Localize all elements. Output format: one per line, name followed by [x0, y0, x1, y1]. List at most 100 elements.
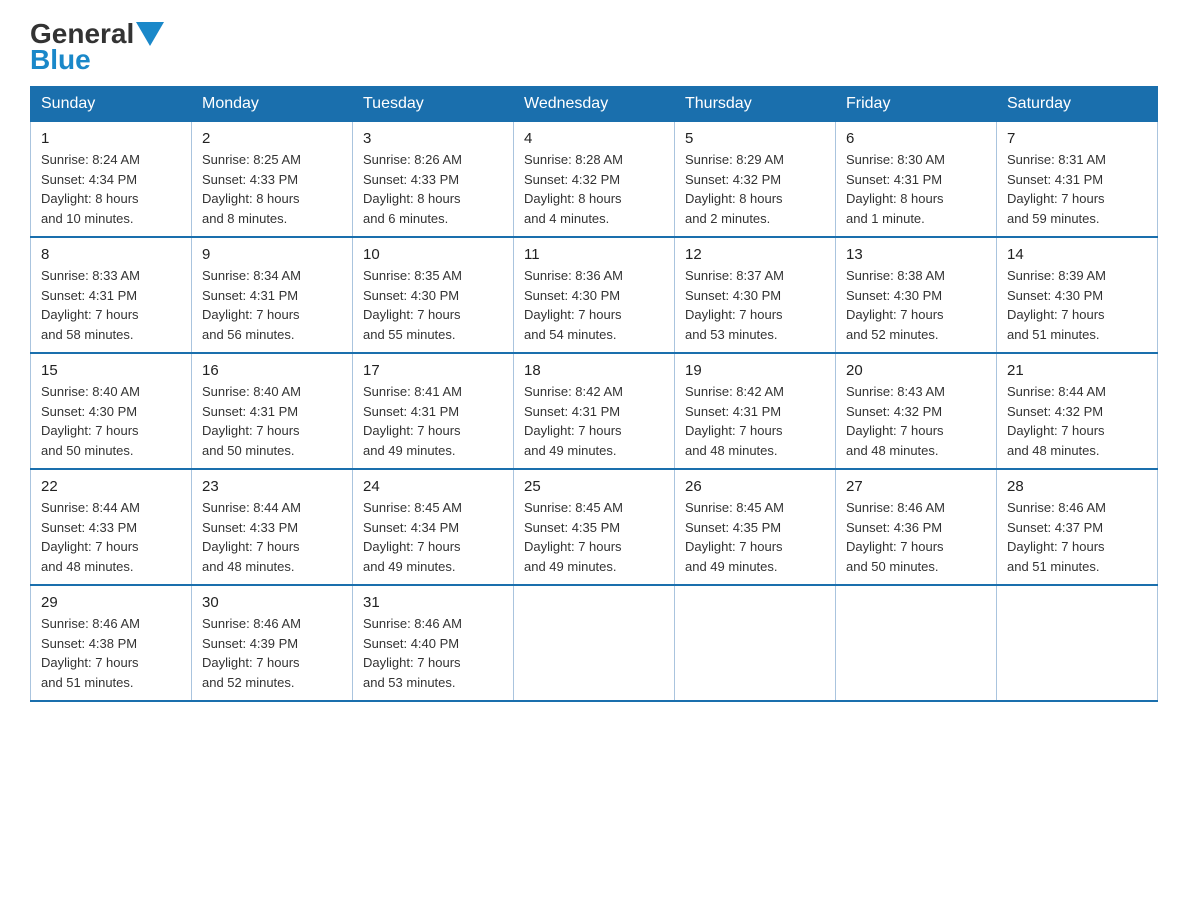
- day-number: 25: [524, 478, 664, 495]
- day-info: Sunrise: 8:30 AMSunset: 4:31 PMDaylight:…: [846, 152, 945, 226]
- day-number: 4: [524, 130, 664, 147]
- day-info: Sunrise: 8:42 AMSunset: 4:31 PMDaylight:…: [685, 384, 784, 458]
- page-header: General Blue: [30, 20, 1158, 76]
- day-info: Sunrise: 8:34 AMSunset: 4:31 PMDaylight:…: [202, 268, 301, 342]
- day-number: 30: [202, 594, 342, 611]
- calendar-cell: 11 Sunrise: 8:36 AMSunset: 4:30 PMDaylig…: [514, 237, 675, 353]
- logo-blue: Blue: [30, 44, 91, 76]
- calendar-header-row: SundayMondayTuesdayWednesdayThursdayFrid…: [31, 87, 1158, 122]
- calendar-cell: 18 Sunrise: 8:42 AMSunset: 4:31 PMDaylig…: [514, 353, 675, 469]
- day-number: 17: [363, 362, 503, 379]
- day-info: Sunrise: 8:46 AMSunset: 4:40 PMDaylight:…: [363, 616, 462, 690]
- day-number: 9: [202, 246, 342, 263]
- header-friday: Friday: [836, 87, 997, 122]
- day-number: 3: [363, 130, 503, 147]
- header-sunday: Sunday: [31, 87, 192, 122]
- day-info: Sunrise: 8:45 AMSunset: 4:35 PMDaylight:…: [685, 500, 784, 574]
- day-info: Sunrise: 8:26 AMSunset: 4:33 PMDaylight:…: [363, 152, 462, 226]
- calendar-cell: 21 Sunrise: 8:44 AMSunset: 4:32 PMDaylig…: [997, 353, 1158, 469]
- calendar-cell: 30 Sunrise: 8:46 AMSunset: 4:39 PMDaylig…: [192, 585, 353, 701]
- logo-triangle-icon: [136, 22, 164, 46]
- day-number: 12: [685, 246, 825, 263]
- day-number: 10: [363, 246, 503, 263]
- day-info: Sunrise: 8:24 AMSunset: 4:34 PMDaylight:…: [41, 152, 140, 226]
- day-info: Sunrise: 8:29 AMSunset: 4:32 PMDaylight:…: [685, 152, 784, 226]
- day-number: 19: [685, 362, 825, 379]
- day-number: 21: [1007, 362, 1147, 379]
- day-number: 5: [685, 130, 825, 147]
- day-number: 31: [363, 594, 503, 611]
- calendar-cell: 3 Sunrise: 8:26 AMSunset: 4:33 PMDayligh…: [353, 122, 514, 238]
- calendar-cell: [836, 585, 997, 701]
- day-number: 27: [846, 478, 986, 495]
- calendar-cell: 8 Sunrise: 8:33 AMSunset: 4:31 PMDayligh…: [31, 237, 192, 353]
- calendar-cell: 12 Sunrise: 8:37 AMSunset: 4:30 PMDaylig…: [675, 237, 836, 353]
- day-number: 14: [1007, 246, 1147, 263]
- day-info: Sunrise: 8:42 AMSunset: 4:31 PMDaylight:…: [524, 384, 623, 458]
- calendar-cell: 27 Sunrise: 8:46 AMSunset: 4:36 PMDaylig…: [836, 469, 997, 585]
- day-number: 2: [202, 130, 342, 147]
- calendar-cell: 23 Sunrise: 8:44 AMSunset: 4:33 PMDaylig…: [192, 469, 353, 585]
- calendar-cell: 4 Sunrise: 8:28 AMSunset: 4:32 PMDayligh…: [514, 122, 675, 238]
- day-info: Sunrise: 8:44 AMSunset: 4:33 PMDaylight:…: [202, 500, 301, 574]
- day-number: 26: [685, 478, 825, 495]
- day-number: 24: [363, 478, 503, 495]
- calendar-cell: 13 Sunrise: 8:38 AMSunset: 4:30 PMDaylig…: [836, 237, 997, 353]
- calendar-week-row: 8 Sunrise: 8:33 AMSunset: 4:31 PMDayligh…: [31, 237, 1158, 353]
- day-info: Sunrise: 8:37 AMSunset: 4:30 PMDaylight:…: [685, 268, 784, 342]
- day-number: 7: [1007, 130, 1147, 147]
- calendar-week-row: 15 Sunrise: 8:40 AMSunset: 4:30 PMDaylig…: [31, 353, 1158, 469]
- calendar-cell: 17 Sunrise: 8:41 AMSunset: 4:31 PMDaylig…: [353, 353, 514, 469]
- day-number: 13: [846, 246, 986, 263]
- day-info: Sunrise: 8:46 AMSunset: 4:37 PMDaylight:…: [1007, 500, 1106, 574]
- calendar-cell: 15 Sunrise: 8:40 AMSunset: 4:30 PMDaylig…: [31, 353, 192, 469]
- day-info: Sunrise: 8:43 AMSunset: 4:32 PMDaylight:…: [846, 384, 945, 458]
- day-info: Sunrise: 8:36 AMSunset: 4:30 PMDaylight:…: [524, 268, 623, 342]
- calendar-cell: [675, 585, 836, 701]
- calendar-cell: 19 Sunrise: 8:42 AMSunset: 4:31 PMDaylig…: [675, 353, 836, 469]
- calendar-cell: [514, 585, 675, 701]
- calendar-cell: 5 Sunrise: 8:29 AMSunset: 4:32 PMDayligh…: [675, 122, 836, 238]
- day-number: 28: [1007, 478, 1147, 495]
- calendar-cell: 31 Sunrise: 8:46 AMSunset: 4:40 PMDaylig…: [353, 585, 514, 701]
- calendar-cell: 22 Sunrise: 8:44 AMSunset: 4:33 PMDaylig…: [31, 469, 192, 585]
- calendar-table: SundayMondayTuesdayWednesdayThursdayFrid…: [30, 86, 1158, 702]
- calendar-cell: 2 Sunrise: 8:25 AMSunset: 4:33 PMDayligh…: [192, 122, 353, 238]
- header-monday: Monday: [192, 87, 353, 122]
- day-info: Sunrise: 8:46 AMSunset: 4:36 PMDaylight:…: [846, 500, 945, 574]
- calendar-week-row: 1 Sunrise: 8:24 AMSunset: 4:34 PMDayligh…: [31, 122, 1158, 238]
- day-number: 6: [846, 130, 986, 147]
- day-info: Sunrise: 8:45 AMSunset: 4:34 PMDaylight:…: [363, 500, 462, 574]
- calendar-cell: 20 Sunrise: 8:43 AMSunset: 4:32 PMDaylig…: [836, 353, 997, 469]
- day-info: Sunrise: 8:44 AMSunset: 4:32 PMDaylight:…: [1007, 384, 1106, 458]
- calendar-cell: 25 Sunrise: 8:45 AMSunset: 4:35 PMDaylig…: [514, 469, 675, 585]
- day-info: Sunrise: 8:46 AMSunset: 4:38 PMDaylight:…: [41, 616, 140, 690]
- header-wednesday: Wednesday: [514, 87, 675, 122]
- day-info: Sunrise: 8:39 AMSunset: 4:30 PMDaylight:…: [1007, 268, 1106, 342]
- calendar-week-row: 29 Sunrise: 8:46 AMSunset: 4:38 PMDaylig…: [31, 585, 1158, 701]
- day-info: Sunrise: 8:35 AMSunset: 4:30 PMDaylight:…: [363, 268, 462, 342]
- day-info: Sunrise: 8:45 AMSunset: 4:35 PMDaylight:…: [524, 500, 623, 574]
- day-info: Sunrise: 8:33 AMSunset: 4:31 PMDaylight:…: [41, 268, 140, 342]
- day-info: Sunrise: 8:44 AMSunset: 4:33 PMDaylight:…: [41, 500, 140, 574]
- day-info: Sunrise: 8:28 AMSunset: 4:32 PMDaylight:…: [524, 152, 623, 226]
- logo: General Blue: [30, 20, 164, 76]
- calendar-cell: 28 Sunrise: 8:46 AMSunset: 4:37 PMDaylig…: [997, 469, 1158, 585]
- header-saturday: Saturday: [997, 87, 1158, 122]
- calendar-cell: 26 Sunrise: 8:45 AMSunset: 4:35 PMDaylig…: [675, 469, 836, 585]
- calendar-cell: 10 Sunrise: 8:35 AMSunset: 4:30 PMDaylig…: [353, 237, 514, 353]
- day-number: 29: [41, 594, 181, 611]
- day-number: 11: [524, 246, 664, 263]
- day-info: Sunrise: 8:40 AMSunset: 4:30 PMDaylight:…: [41, 384, 140, 458]
- calendar-cell: 16 Sunrise: 8:40 AMSunset: 4:31 PMDaylig…: [192, 353, 353, 469]
- calendar-cell: 14 Sunrise: 8:39 AMSunset: 4:30 PMDaylig…: [997, 237, 1158, 353]
- calendar-cell: 1 Sunrise: 8:24 AMSunset: 4:34 PMDayligh…: [31, 122, 192, 238]
- calendar-cell: 9 Sunrise: 8:34 AMSunset: 4:31 PMDayligh…: [192, 237, 353, 353]
- calendar-cell: 6 Sunrise: 8:30 AMSunset: 4:31 PMDayligh…: [836, 122, 997, 238]
- day-info: Sunrise: 8:31 AMSunset: 4:31 PMDaylight:…: [1007, 152, 1106, 226]
- day-number: 15: [41, 362, 181, 379]
- day-number: 16: [202, 362, 342, 379]
- day-number: 20: [846, 362, 986, 379]
- day-number: 18: [524, 362, 664, 379]
- calendar-cell: 24 Sunrise: 8:45 AMSunset: 4:34 PMDaylig…: [353, 469, 514, 585]
